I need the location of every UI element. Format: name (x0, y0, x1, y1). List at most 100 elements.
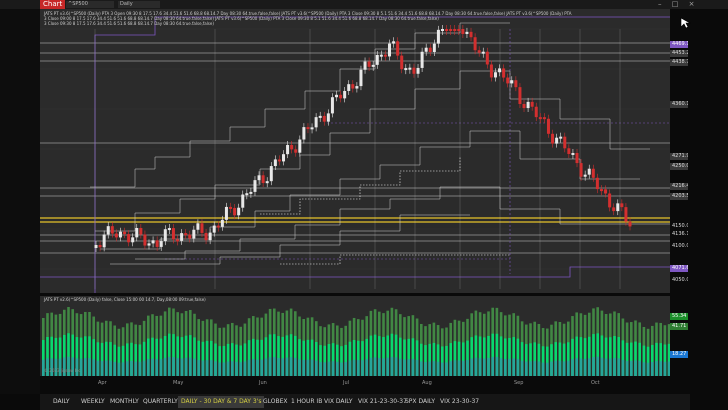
volume-bar-base (478, 358, 482, 376)
volume-bar-base (491, 356, 494, 376)
volume-bar-base (596, 356, 599, 376)
date-label: Apr (98, 380, 107, 386)
volume-bar-base (168, 356, 171, 376)
candlestick (371, 64, 375, 67)
volume-bar-base (109, 360, 112, 376)
volume-bar-base (365, 359, 368, 376)
price-chart-panel[interactable]: JATS PT v3.6(^SP500 (Daily) PTA 3 Open 0… (40, 9, 670, 293)
volume-bar-base (235, 361, 238, 376)
volume-bar-base (516, 359, 520, 376)
volume-level-label: 41.71 (670, 323, 689, 330)
volume-bar-base (201, 360, 205, 376)
volume-bar-base (642, 362, 646, 376)
volume-bar-base (499, 358, 503, 376)
timeframe-select[interactable]: Daily (118, 1, 160, 8)
workspace-tab-bar: DAILY WEEKLY MONTHLY QUARTERLY DAILY - 3… (40, 394, 690, 410)
volume-bar-base (184, 357, 188, 376)
tab-1-hour-ib[interactable]: 1 HOUR IB (288, 396, 325, 408)
volume-bar-base (533, 360, 536, 376)
candlestick (493, 72, 497, 78)
candlestick (498, 68, 502, 73)
tab-monthly[interactable]: MONTHLY (107, 396, 142, 408)
volume-bar-base (357, 360, 360, 376)
candlestick (559, 136, 563, 139)
indicator-header-line-3: 3 Close 09:30 8 17.5 17.6 34.4 51.6 51.6… (44, 21, 214, 26)
volume-bar-base (609, 358, 612, 376)
candlestick (612, 207, 616, 212)
volume-bar-base (310, 359, 314, 376)
volume-bar-base (483, 358, 486, 376)
volume-bar-base (247, 359, 251, 376)
candlestick (620, 203, 624, 208)
candlestick (200, 223, 204, 233)
candlestick (579, 163, 583, 177)
symbol-input[interactable]: ^SP500 (66, 1, 114, 8)
tab-daily[interactable]: DAILY (50, 396, 73, 408)
volume-bar-base (504, 359, 507, 376)
volume-bar-base (432, 361, 436, 376)
candlestick (290, 144, 294, 150)
volume-bar-base (487, 357, 490, 376)
volume-bar-base (470, 358, 473, 376)
candlestick (298, 139, 302, 153)
volume-bar-base (382, 358, 385, 376)
candlestick (514, 80, 518, 88)
candlestick (530, 101, 534, 107)
window-controls[interactable]: – □ × (658, 0, 698, 9)
volume-bar-base (373, 357, 377, 376)
candlestick (135, 228, 139, 238)
volume-bar-base (558, 360, 562, 376)
tab-daily-30-day-7-day[interactable]: DAILY - 30 DAY & 7 DAY 3's (178, 396, 265, 408)
volume-bar-base (92, 359, 95, 376)
candlestick (294, 149, 298, 153)
volume-bar-base (130, 360, 133, 376)
candlestick (546, 118, 550, 134)
candlestick (261, 175, 265, 184)
candlestick (457, 29, 461, 31)
candlestick (506, 77, 510, 84)
chart-window-tab[interactable]: Chart (40, 0, 66, 9)
volume-bar-base (331, 361, 335, 376)
tab-vix-23-30-37[interactable]: VIX 23-30-37 (437, 396, 482, 408)
candlestick (424, 47, 428, 52)
volume-bar-base (134, 361, 137, 376)
candlestick (359, 69, 363, 87)
tab-quarterly[interactable]: QUARTERLY (140, 396, 181, 408)
candlestick (428, 47, 432, 52)
volume-bar-base (436, 361, 440, 376)
candlestick (155, 240, 159, 247)
volume-bar-base (571, 359, 574, 376)
tab-weekly[interactable]: WEEKLY (78, 396, 108, 408)
candlestick (229, 206, 233, 209)
right-toolbar-strip (680, 9, 728, 394)
volume-bar-base (319, 362, 322, 376)
candlestick (326, 113, 330, 122)
candlestick (151, 240, 155, 244)
candlestick (599, 189, 603, 192)
volume-indicator-panel[interactable]: JATS PT v2.6(^SP500 (Daily) false, Close… (40, 296, 670, 376)
candlestick (302, 127, 306, 140)
watermark: © 2023 Jigsaw Inc (44, 368, 81, 373)
candlestick (192, 229, 196, 239)
volume-bar-base (100, 361, 104, 376)
volume-bar-base (88, 358, 91, 376)
volume-bar-base (651, 361, 654, 376)
volume-bar-base (415, 359, 419, 376)
volume-bar-base (210, 360, 213, 376)
volume-bar-base (411, 358, 415, 376)
candlestick (489, 64, 493, 78)
volume-bar-base (285, 357, 289, 376)
candlestick (245, 193, 249, 196)
tab-vix-daily[interactable]: VIX DAILY (321, 396, 356, 408)
tab-globex[interactable]: GLOBEX (260, 396, 291, 408)
volume-canvas (40, 296, 670, 376)
candlestick (440, 29, 444, 31)
candlestick (269, 166, 273, 182)
volume-bar-base (323, 362, 326, 376)
tab-spx-daily[interactable]: SPX DAILY (402, 396, 438, 408)
candlestick (604, 189, 608, 194)
volume-bar-base (180, 358, 184, 376)
volume-bar-base (554, 360, 557, 376)
candlestick (127, 234, 131, 243)
candlestick (265, 181, 269, 184)
